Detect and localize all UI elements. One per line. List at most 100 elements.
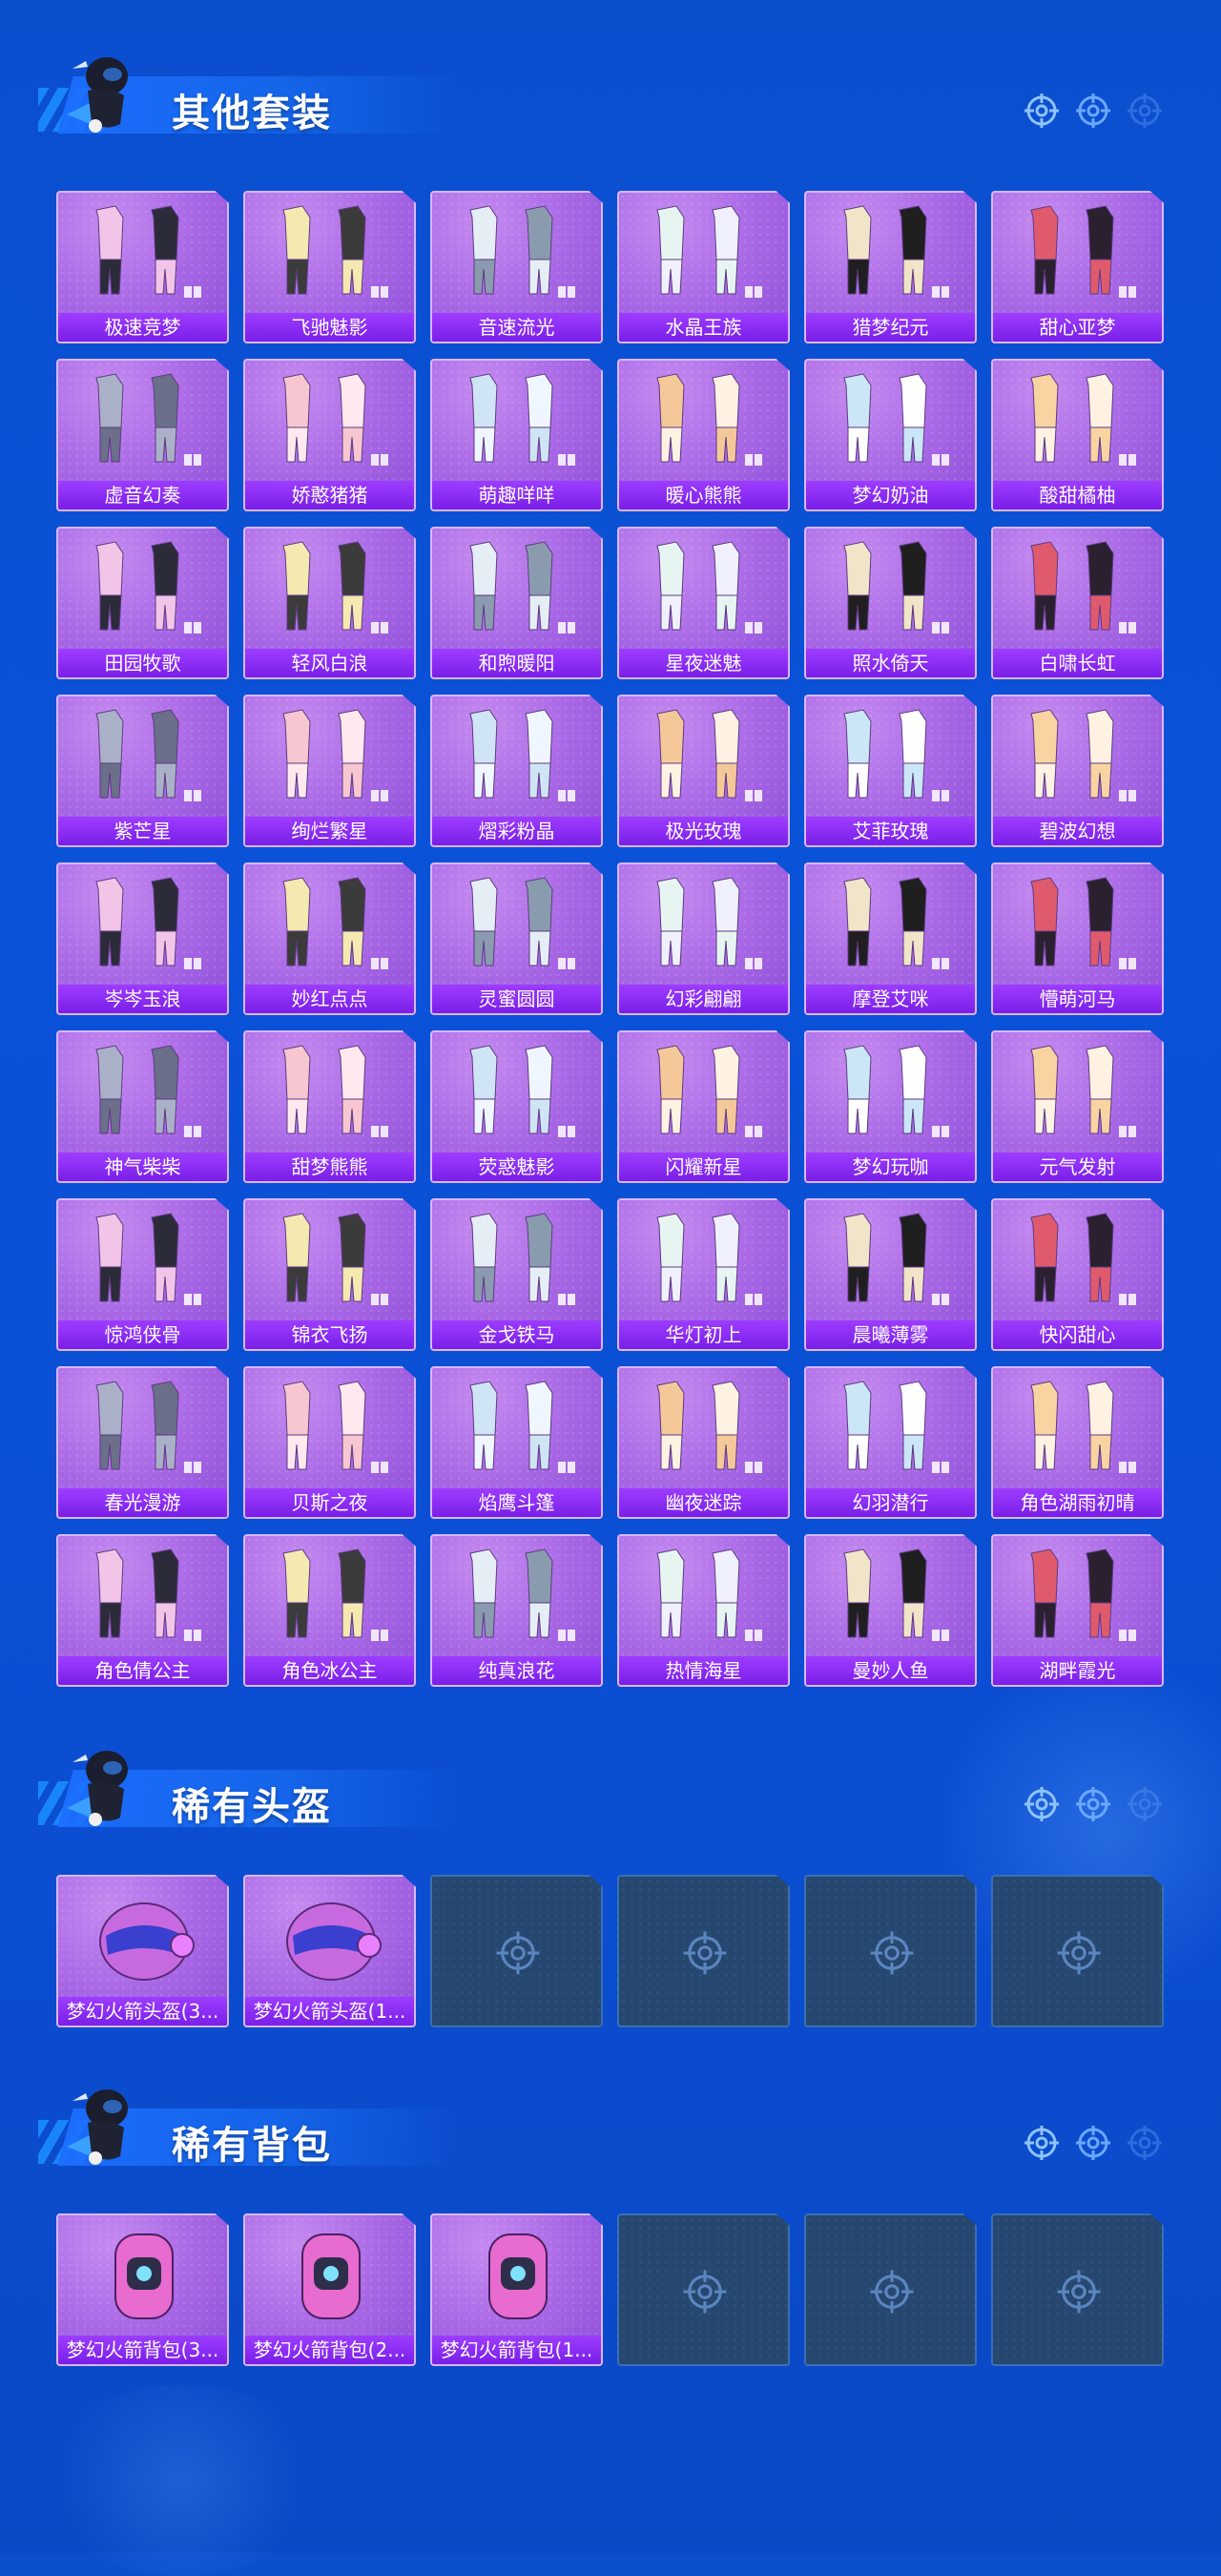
item-card[interactable]: 飞驰魅影 [243,191,416,343]
item-card[interactable]: 摩登艾咪 [804,862,977,1015]
item-card[interactable]: 绚烂繁星 [243,695,416,847]
item-name: 热情海星 [619,1656,788,1685]
empty-slot [804,1875,977,2027]
item-name: 梦幻火箭背包(2... [245,2336,414,2364]
outfit-illustration [95,709,201,801]
item-card[interactable]: 梦幻火箭头盔(1... [243,1875,416,2027]
item-name: 晨曦薄雾 [806,1320,975,1349]
item-card[interactable]: 和煦暖阳 [430,527,603,679]
item-name: 快闪甜心 [993,1320,1162,1349]
item-card[interactable]: 幻彩翩翩 [617,862,790,1015]
section-title: 其他套装 [172,92,332,135]
outfit-illustration [656,1381,762,1473]
helmet-illustration [286,1902,382,1981]
outfit-illustration [656,205,762,298]
item-card[interactable]: 熠彩粉晶 [430,695,603,847]
item-card[interactable]: 娇憨猪猪 [243,359,416,511]
item-card[interactable]: 春光漫游 [56,1366,229,1519]
item-name: 神气柴柴 [58,1153,227,1181]
item-card[interactable]: 湖畔霞光 [991,1534,1164,1687]
item-name: 萌趣咩咩 [432,481,601,509]
outfit-illustration [95,1045,201,1137]
item-name: 甜心亚梦 [993,313,1162,342]
item-card[interactable]: 快闪甜心 [991,1198,1164,1351]
item-card[interactable]: 岑岑玉浪 [56,862,229,1015]
item-card[interactable]: 水晶王族 [617,191,790,343]
item-card[interactable]: 懵萌河马 [991,862,1164,1015]
item-card[interactable]: 梦幻火箭头盔(3... [56,1875,229,2027]
item-card[interactable]: 酸甜橘柚 [991,359,1164,511]
outfit-illustration [656,1045,762,1137]
item-card[interactable]: 角色冰公主 [243,1534,416,1687]
item-card[interactable]: 热情海星 [617,1534,790,1687]
item-name: 星夜迷魅 [619,649,788,677]
item-name: 和煦暖阳 [432,649,601,677]
mascot-character-icon [67,2089,128,2165]
item-card[interactable]: 萌趣咩咩 [430,359,603,511]
item-card[interactable]: 贝斯之夜 [243,1366,416,1519]
mascot-character-icon [67,57,128,133]
crosshair-target-icon [1057,1931,1101,1975]
item-name: 紫芒星 [58,817,227,845]
item-card[interactable]: 照水倚天 [804,527,977,679]
outfit-illustration [1030,205,1136,298]
item-card[interactable]: 锦衣飞扬 [243,1198,416,1351]
backpacks-grid: 梦幻火箭背包(3... 梦幻火箭背包(2... 梦幻火箭背包(1... [56,2213,1164,2366]
item-name: 金戈铁马 [432,1320,601,1349]
item-card[interactable]: 梦幻火箭背包(3... [56,2213,229,2366]
item-card[interactable]: 荧惑魅影 [430,1030,603,1183]
outfit-illustration [282,709,388,801]
item-card[interactable]: 焰鹰斗篷 [430,1366,603,1519]
item-card[interactable]: 闪耀新星 [617,1030,790,1183]
item-name: 熠彩粉晶 [432,817,601,845]
item-card[interactable]: 幽夜迷踪 [617,1366,790,1519]
outfit-illustration [469,205,575,298]
item-card[interactable]: 甜梦熊熊 [243,1030,416,1183]
item-card[interactable]: 星夜迷魅 [617,527,790,679]
outfit-illustration [656,877,762,969]
item-card[interactable]: 幻羽潜行 [804,1366,977,1519]
item-card[interactable]: 田园牧歌 [56,527,229,679]
item-card[interactable]: 猎梦纪元 [804,191,977,343]
crosshair-target-icon [683,2270,727,2314]
item-card[interactable]: 碧波幻想 [991,695,1164,847]
background-decoration [38,2385,324,2576]
outfit-illustration [1030,541,1136,634]
item-card[interactable]: 极光玫瑰 [617,695,790,847]
item-card[interactable]: 梦幻火箭背包(1... [430,2213,603,2366]
item-card[interactable]: 紫芒星 [56,695,229,847]
item-card[interactable]: 极速竞梦 [56,191,229,343]
crosshair-target-icon [1076,93,1110,128]
item-card[interactable]: 惊鸿侠骨 [56,1198,229,1351]
item-name: 华灯初上 [619,1320,788,1349]
outfit-illustration [843,205,949,298]
outfit-illustration [282,205,388,298]
item-card[interactable]: 角色倩公主 [56,1534,229,1687]
item-card[interactable]: 白啸长虹 [991,527,1164,679]
outfit-illustration [1030,877,1136,969]
item-card[interactable]: 角色湖雨初晴 [991,1366,1164,1519]
outfit-illustration [469,541,575,634]
item-card[interactable]: 灵蜜圆圆 [430,862,603,1015]
section-header: 稀有头盔 [29,1741,1173,1856]
outfit-illustration [469,1213,575,1305]
item-card[interactable]: 梦幻奶油 [804,359,977,511]
item-card[interactable]: 神气柴柴 [56,1030,229,1183]
item-name: 贝斯之夜 [245,1488,414,1517]
item-card[interactable]: 暖心熊熊 [617,359,790,511]
item-card[interactable]: 曼妙人鱼 [804,1534,977,1687]
item-card[interactable]: 梦幻玩咖 [804,1030,977,1183]
item-card[interactable]: 音速流光 [430,191,603,343]
item-card[interactable]: 虚音幻奏 [56,359,229,511]
item-card[interactable]: 晨曦薄雾 [804,1198,977,1351]
item-card[interactable]: 妙红点点 [243,862,416,1015]
item-card[interactable]: 纯真浪花 [430,1534,603,1687]
item-card[interactable]: 艾菲玫瑰 [804,695,977,847]
item-card[interactable]: 元气发射 [991,1030,1164,1183]
item-card[interactable]: 金戈铁马 [430,1198,603,1351]
item-name: 曼妙人鱼 [806,1656,975,1685]
item-card[interactable]: 甜心亚梦 [991,191,1164,343]
item-card[interactable]: 轻风白浪 [243,527,416,679]
item-card[interactable]: 华灯初上 [617,1198,790,1351]
item-card[interactable]: 梦幻火箭背包(2... [243,2213,416,2366]
